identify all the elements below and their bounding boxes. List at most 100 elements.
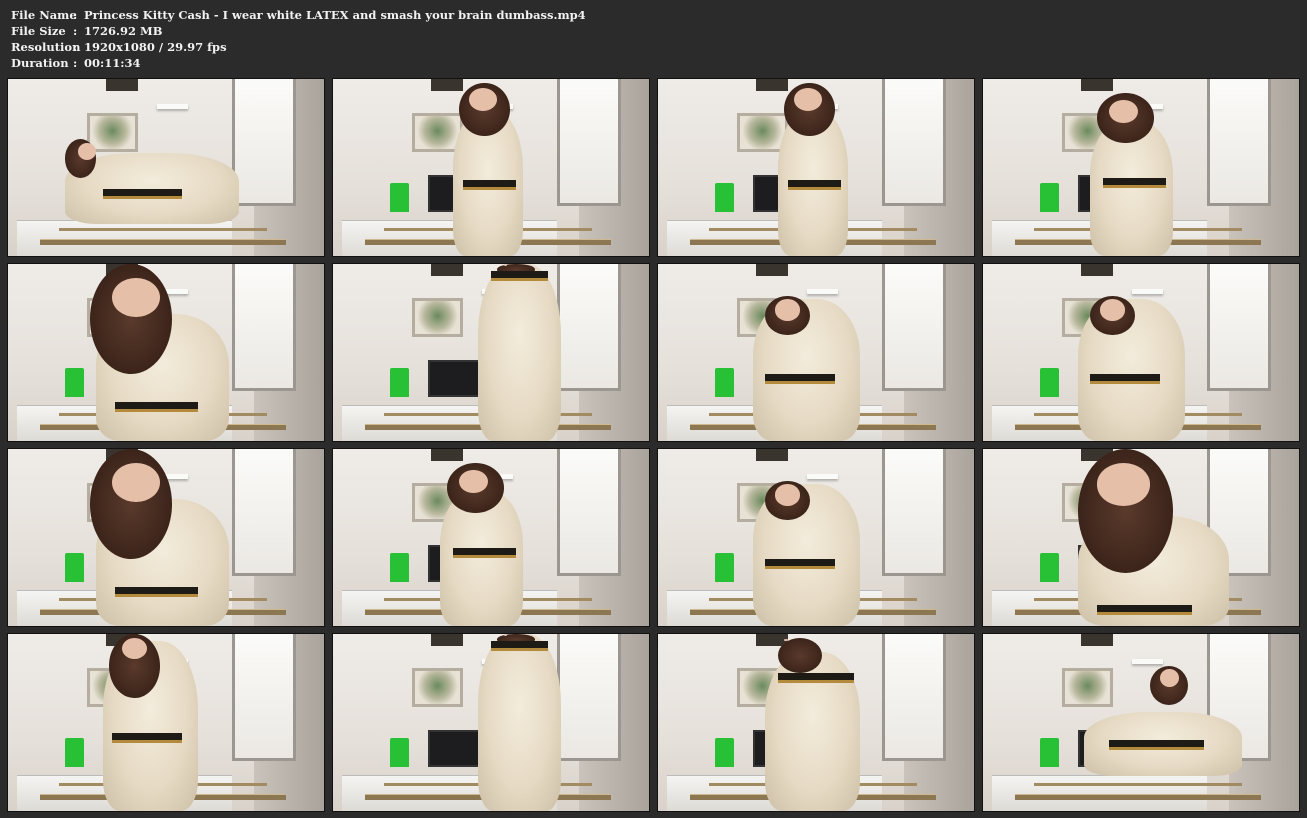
scene-window [882, 449, 946, 577]
scene-person-face [112, 463, 160, 503]
scene-person-face [1099, 299, 1126, 321]
file-name-separator: : [73, 8, 78, 22]
scene-waist-band [462, 179, 517, 190]
scene-green-lamp [714, 368, 734, 397]
scene-picture-frame [1062, 667, 1113, 707]
scene-waist-band [491, 271, 548, 282]
scene-person-face [1096, 463, 1151, 506]
scene-ceiling-lamp [755, 264, 788, 277]
scene-window [557, 449, 621, 577]
duration-row: Duration : 00:11:34 [11, 55, 586, 71]
scene-shelf [1131, 288, 1164, 295]
scene-cabinet [17, 219, 233, 256]
scene-ceiling-lamp [430, 264, 463, 277]
scene-picture-frame [412, 297, 463, 337]
scene-waist-band [102, 188, 182, 199]
scene-waist-band [1096, 604, 1192, 615]
scene-waist-band [1109, 740, 1205, 751]
scene-cabinet [342, 219, 558, 256]
scene-green-lamp [389, 183, 409, 212]
scene-window [1207, 79, 1271, 207]
scene-window [232, 79, 296, 207]
scene-person-body [478, 264, 561, 441]
video-thumbnail [332, 78, 650, 257]
video-thumbnail [7, 633, 325, 812]
scene-green-lamp [1039, 183, 1059, 212]
scene-green-lamp [64, 738, 84, 767]
duration-label: Duration [11, 56, 69, 70]
scene-window [557, 634, 621, 762]
scene-cabinet [992, 774, 1208, 811]
video-thumbnail [332, 263, 650, 442]
file-name-label: File Name [11, 8, 77, 22]
thumbnail-grid [7, 78, 1301, 812]
file-name-row: File Name : Princess Kitty Cash - I wear… [11, 7, 586, 23]
resolution-row: Resolution : 1920x1080 / 29.97 fps [11, 39, 586, 55]
video-thumbnail [7, 263, 325, 442]
scene-window [232, 264, 296, 392]
scene-ceiling-lamp [755, 79, 788, 92]
scene-green-lamp [1039, 368, 1059, 397]
scene-ceiling-lamp [755, 449, 788, 462]
scene-person-face [121, 637, 148, 659]
video-thumbnail [332, 633, 650, 812]
resolution-label: Resolution [11, 40, 81, 54]
scene-shelf [806, 288, 839, 295]
scene-ceiling-lamp [430, 79, 463, 92]
scene-green-lamp [714, 738, 734, 767]
scene-person-face [468, 87, 498, 111]
scene-waist-band [1090, 373, 1160, 384]
file-info-header: File Name : Princess Kitty Cash - I wear… [11, 7, 586, 71]
scene-ceiling-lamp [105, 79, 138, 92]
file-size-value: 1726.92 MB [84, 24, 163, 38]
scene-person-face [459, 470, 488, 494]
scene-green-lamp [714, 553, 734, 582]
scene-window [232, 449, 296, 577]
video-thumbnail [7, 78, 325, 257]
scene-person-face [503, 634, 507, 636]
scene-person-face [784, 639, 788, 642]
video-thumbnail [982, 78, 1300, 257]
scene-window [1207, 264, 1271, 392]
scene-waist-band [115, 402, 198, 413]
scene-person-face [503, 264, 507, 266]
scene-waist-band [778, 672, 854, 684]
file-size-separator: : [73, 24, 78, 38]
scene-person-face [774, 299, 801, 321]
scene-waist-band [491, 641, 548, 652]
video-thumbnail [657, 633, 975, 812]
scene-person-hair [778, 637, 823, 673]
scene-waist-band [1103, 178, 1167, 189]
scene-person-face [1109, 100, 1138, 124]
scene-ceiling-lamp [1080, 79, 1113, 92]
scene-window [882, 634, 946, 762]
scene-person-face [112, 278, 160, 318]
scene-window [882, 264, 946, 392]
video-thumbnail [657, 263, 975, 442]
file-size-label: File Size [11, 24, 66, 38]
scene-person-face [793, 87, 823, 111]
scene-shelf [156, 103, 189, 110]
resolution-value: 1920x1080 / 29.97 fps [84, 40, 227, 54]
scene-green-lamp [389, 553, 409, 582]
scene-waist-band [765, 373, 835, 384]
scene-person-face [1159, 669, 1179, 688]
resolution-separator: : [73, 40, 78, 54]
scene-table [1014, 794, 1262, 801]
scene-waist-band [112, 733, 182, 744]
file-size-row: File Size : 1726.92 MB [11, 23, 586, 39]
scene-ceiling-lamp [430, 449, 463, 462]
video-thumbnail [657, 448, 975, 627]
scene-table [39, 239, 287, 246]
scene-ceiling-lamp [1080, 634, 1113, 647]
video-thumbnail [982, 263, 1300, 442]
scene-picture-frame [412, 667, 463, 707]
scene-table-rail [58, 227, 268, 232]
scene-shelf [806, 473, 839, 480]
scene-window [882, 79, 946, 207]
scene-waist-band [453, 548, 517, 559]
scene-window [557, 264, 621, 392]
scene-person-body [478, 634, 561, 811]
video-thumbnail [332, 448, 650, 627]
scene-picture-frame [87, 112, 138, 152]
